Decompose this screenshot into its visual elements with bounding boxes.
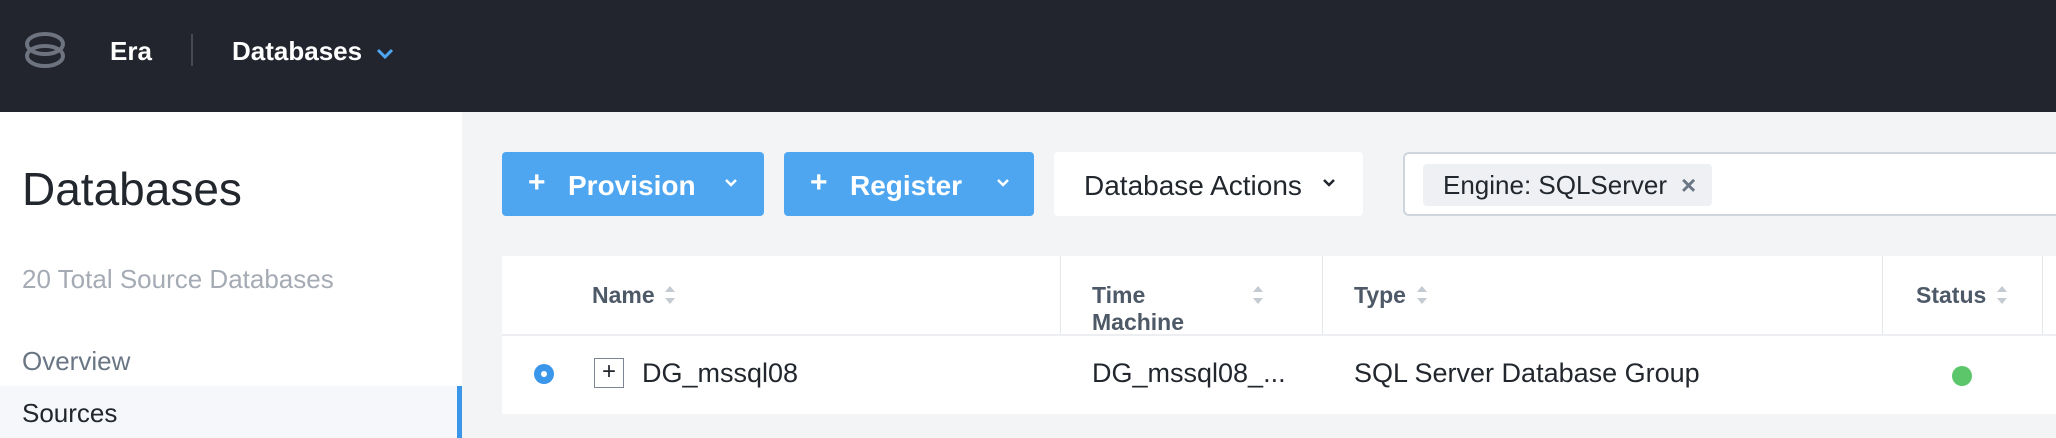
- chevron-down-icon[interactable]: [724, 178, 738, 188]
- register-label: Register: [850, 170, 963, 201]
- database-name[interactable]: DG_mssql08: [642, 358, 798, 389]
- plus-icon: +: [810, 166, 828, 199]
- time-machine-name[interactable]: DG_mssql08_...: [1092, 358, 1286, 389]
- era-logo-icon[interactable]: [22, 28, 68, 74]
- column-header-label: Status: [1916, 282, 1987, 308]
- database-actions-button[interactable]: Database Actions: [1054, 152, 1363, 216]
- sort-icon: [1997, 286, 2007, 304]
- sort-icon: [1417, 286, 1427, 304]
- table-row[interactable]: + DG_mssql08 DG_mssql08_... SQL Server D…: [502, 336, 2056, 414]
- page-title: Databases: [22, 163, 242, 215]
- sidebar-item-sources[interactable]: Sources: [0, 386, 462, 438]
- register-button[interactable]: + Register: [784, 152, 1034, 216]
- databases-table: Name Time Machine Type Status + DG_mssql…: [502, 256, 2056, 414]
- column-divider: [1322, 256, 1323, 336]
- database-count: 20 Total Source Databases: [22, 264, 334, 294]
- row-select-radio[interactable]: [534, 364, 554, 384]
- provision-button[interactable]: + Provision: [502, 152, 764, 216]
- filter-chip: Engine: SQLServer ×: [1423, 164, 1713, 206]
- sidebar-item-label: Sources: [22, 398, 118, 428]
- filter-search-input[interactable]: Engine: SQLServer ×: [1403, 152, 2056, 216]
- status-indicator: [1952, 366, 1972, 386]
- filter-chip-label: Engine: SQLServer: [1443, 169, 1668, 200]
- column-header-label: Name: [592, 282, 655, 308]
- column-divider: [2042, 256, 2043, 336]
- sidebar: Databases 20 Total Source Databases Over…: [0, 112, 462, 438]
- sidebar-item-label: Overview: [22, 346, 131, 376]
- database-type: SQL Server Database Group: [1354, 358, 1700, 388]
- chevron-down-icon[interactable]: [996, 178, 1010, 188]
- chevron-down-icon: [1323, 179, 1335, 187]
- top-nav-bar: Era Databases: [0, 0, 2056, 112]
- section-selector[interactable]: Databases: [232, 36, 394, 67]
- sidebar-item-overview[interactable]: Overview: [0, 334, 462, 386]
- plus-icon: +: [528, 166, 546, 199]
- column-header-label: Type: [1354, 282, 1406, 308]
- sort-icon: [665, 286, 675, 304]
- expand-row-button[interactable]: +: [594, 358, 624, 388]
- chevron-down-icon: [377, 48, 394, 59]
- close-icon[interactable]: ×: [1681, 170, 1696, 201]
- column-header-label: Time Machine: [1092, 282, 1185, 335]
- database-actions-label: Database Actions: [1084, 170, 1302, 201]
- column-divider: [1882, 256, 1883, 336]
- provision-label: Provision: [568, 170, 696, 201]
- column-divider: [1060, 256, 1061, 336]
- app-name[interactable]: Era: [110, 36, 152, 67]
- sort-icon: [1253, 286, 1263, 304]
- header-divider: [191, 34, 193, 66]
- section-selector-label: Databases: [232, 36, 363, 66]
